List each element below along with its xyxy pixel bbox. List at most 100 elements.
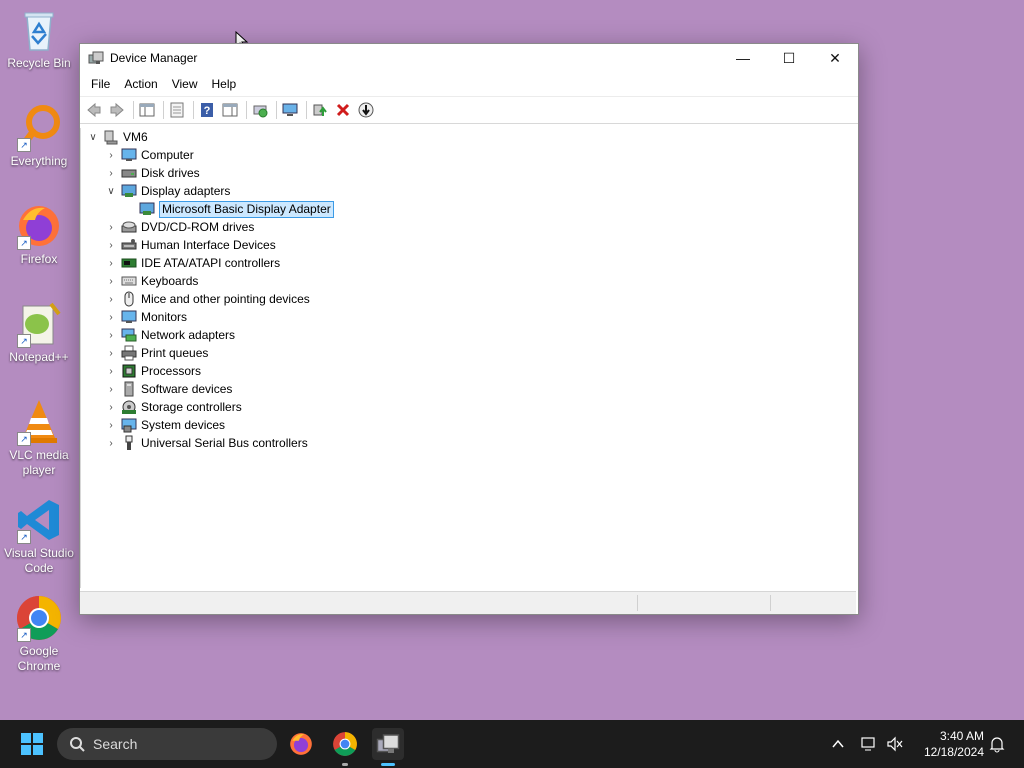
chevron-right-icon[interactable]: › (104, 326, 118, 344)
desktop-icon-label: VLC media player (9, 448, 69, 477)
tree-item-label: Print queues (141, 346, 209, 360)
close-button[interactable]: ✕ (812, 44, 858, 72)
action-pane-icon (222, 103, 238, 117)
tree-item-monitors[interactable]: › Monitors (104, 308, 187, 326)
chevron-right-icon[interactable]: › (104, 218, 118, 236)
title-bar[interactable]: Device Manager — ☐ ✕ (80, 44, 858, 72)
maximize-button[interactable]: ☐ (766, 44, 812, 72)
show-hide-console-tree-button[interactable] (137, 100, 157, 120)
clock-time: 3:40 AM (939, 729, 984, 743)
update-driver-button[interactable] (310, 100, 330, 120)
active-indicator (381, 763, 395, 766)
desktop-icon-vscode[interactable]: ↗ Visual Studio Code (2, 496, 76, 576)
chevron-right-icon[interactable]: › (104, 254, 118, 272)
desktop-icon-label: Visual Studio Code (4, 546, 74, 575)
taskbar-chrome[interactable] (329, 728, 361, 766)
desktop-icon-vlc[interactable]: ↗ VLC media player (2, 398, 76, 478)
system-device-icon (121, 418, 137, 433)
tree-item-keyboards[interactable]: › Keyboards (104, 272, 198, 290)
tree-item-dvd-cd-rom-drives[interactable]: › DVD/CD-ROM drives (104, 218, 254, 236)
tree-item-human-interface-devices[interactable]: › Human Interface Devices (104, 236, 275, 254)
chevron-down-icon[interactable]: ∨ (86, 128, 100, 146)
chevron-right-icon[interactable]: › (104, 344, 118, 362)
display-adapter-icon (139, 202, 155, 215)
tree-item-mice[interactable]: › Mice and other pointing devices (104, 290, 310, 308)
tree-root-label: VM6 (123, 130, 148, 144)
chevron-right-icon[interactable]: › (104, 272, 118, 290)
desktop-icon-recycle-bin[interactable]: Recycle Bin (2, 6, 76, 71)
tree-item-label: Display adapters (141, 184, 231, 198)
tree-root[interactable]: ∨ VM6 (86, 128, 148, 146)
tree-item-usb-controllers[interactable]: › Universal Serial Bus controllers (104, 434, 308, 452)
monitor-button[interactable] (280, 100, 300, 120)
chevron-right-icon[interactable]: › (104, 164, 118, 182)
running-indicator (342, 763, 348, 766)
tree-item-label: Network adapters (141, 328, 236, 342)
tree-item-software-devices[interactable]: › Software devices (104, 380, 232, 398)
window-title: Device Manager (110, 51, 198, 65)
properties-button[interactable] (167, 100, 187, 120)
tree-item-computer[interactable]: › Computer (104, 146, 193, 164)
tree-item-disk-drives[interactable]: › Disk drives (104, 164, 200, 182)
help-button[interactable]: ? (197, 100, 217, 120)
chevron-right-icon[interactable]: › (104, 290, 118, 308)
chevron-down-icon[interactable]: ∨ (104, 182, 118, 200)
tree-item-system-devices[interactable]: › System devices (104, 416, 225, 434)
chevron-right-icon[interactable]: › (104, 236, 118, 254)
scan-hardware-button[interactable] (250, 100, 270, 120)
chevron-right-icon[interactable]: › (104, 398, 118, 416)
desktop-icon-label: Everything (10, 154, 68, 168)
properties-icon (170, 102, 184, 118)
menu-action[interactable]: Action (117, 72, 164, 96)
minimize-button[interactable]: — (720, 44, 766, 72)
chevron-right-icon[interactable]: › (104, 308, 118, 326)
chevron-right-icon[interactable]: › (104, 380, 118, 398)
computer-icon (121, 148, 137, 161)
tree-item-network-adapters[interactable]: › Network adapters (104, 326, 235, 344)
chevron-right-icon[interactable]: › (104, 146, 118, 164)
clock[interactable]: 3:40 AM 12/18/2024 (920, 728, 984, 760)
taskbar-device-manager[interactable] (372, 728, 404, 766)
tree-item-label: Software devices (141, 382, 233, 396)
taskbar-firefox[interactable] (285, 728, 317, 760)
hid-icon (121, 239, 137, 250)
search-placeholder: Search (93, 736, 138, 752)
menu-file[interactable]: File (84, 72, 117, 96)
status-separator (770, 595, 771, 611)
tree-item-display-adapters[interactable]: ∨ Display adapters (104, 182, 230, 200)
action-pane-button[interactable] (220, 100, 240, 120)
notification-bell-icon[interactable] (989, 735, 1005, 753)
chevron-right-icon[interactable]: › (104, 362, 118, 380)
tree-item-processors[interactable]: › Processors (104, 362, 201, 380)
volume-muted-icon[interactable] (886, 736, 904, 752)
windows-start-icon[interactable] (20, 732, 44, 756)
scan-hardware-icon (253, 105, 268, 118)
forward-button[interactable] (107, 100, 127, 120)
disable-button[interactable] (356, 100, 376, 120)
chevron-right-icon[interactable]: › (104, 416, 118, 434)
network-status-icon[interactable] (861, 736, 879, 752)
desktop-icon-everything[interactable]: ↗ Everything (2, 104, 76, 169)
chevron-up-icon[interactable] (831, 737, 845, 751)
taskbar-search-box[interactable]: Search (57, 728, 277, 760)
notepadpp-icon: ↗ (15, 300, 63, 348)
desktop-icon-firefox[interactable]: ↗ Firefox (2, 202, 76, 267)
shortcut-arrow-icon: ↗ (17, 138, 31, 152)
chevron-right-icon[interactable]: › (104, 434, 118, 452)
firefox-icon (290, 733, 312, 755)
desktop-icon-notepadpp[interactable]: ↗ Notepad++ (2, 300, 76, 365)
tree-item-microsoft-basic-display-adapter[interactable]: Microsoft Basic Display Adapter (122, 200, 334, 218)
tree-item-label: Disk drives (141, 166, 200, 180)
toolbar: ? (80, 96, 858, 124)
tree-item-print-queues[interactable]: › Print queues (104, 344, 208, 362)
tree-item-label: Universal Serial Bus controllers (141, 436, 308, 450)
back-button[interactable] (84, 100, 104, 120)
monitor-icon (121, 310, 137, 323)
shortcut-arrow-icon: ↗ (17, 432, 31, 446)
uninstall-button[interactable] (333, 100, 353, 120)
tree-item-storage-controllers[interactable]: › Storage controllers (104, 398, 242, 416)
menu-view[interactable]: View (165, 72, 205, 96)
desktop-icon-chrome[interactable]: ↗ Google Chrome (2, 594, 76, 674)
menu-help[interactable]: Help (205, 72, 244, 96)
tree-item-ide-ata-atapi-controllers[interactable]: › IDE ATA/ATAPI controllers (104, 254, 280, 272)
